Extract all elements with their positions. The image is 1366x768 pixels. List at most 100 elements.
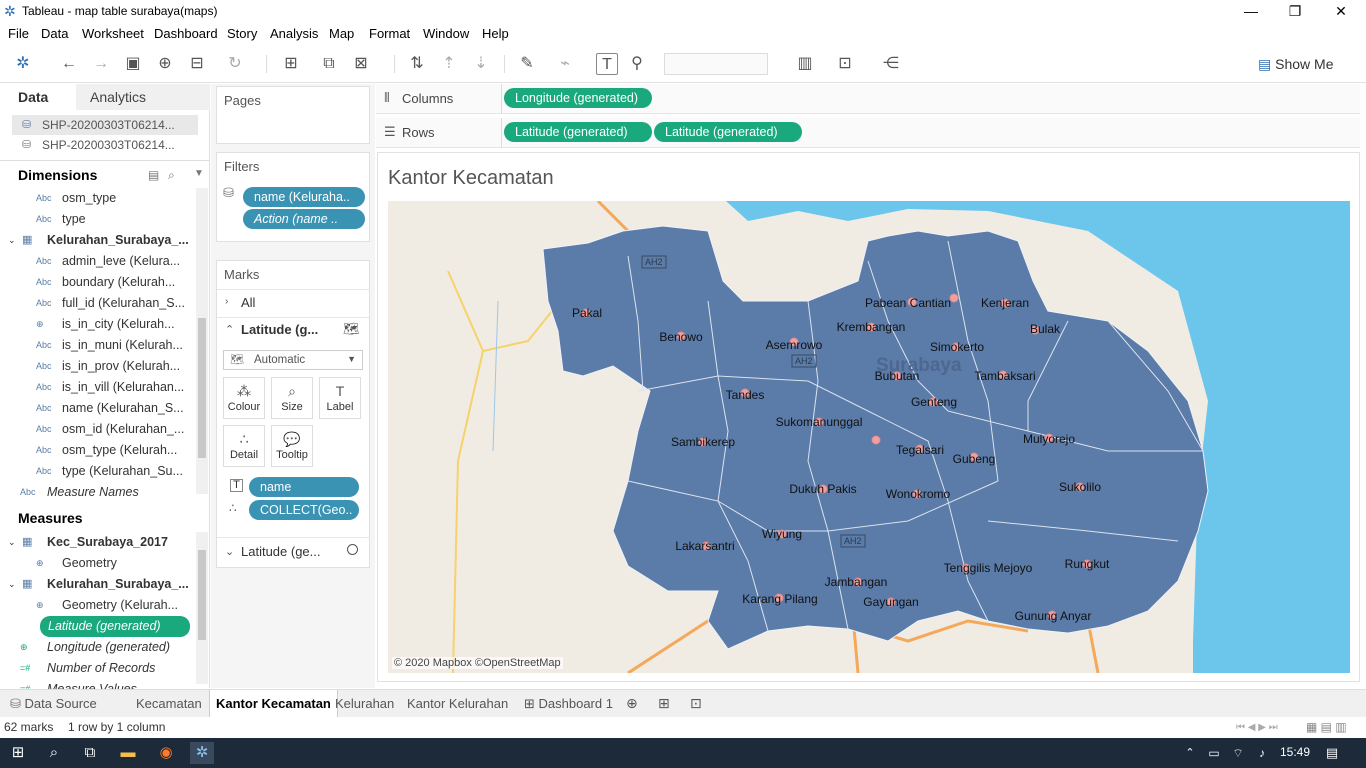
task-view-icon[interactable]: ⧉ xyxy=(78,742,102,764)
dimension-field[interactable]: Abc boundary (Kelurah... xyxy=(0,272,196,293)
menu-format[interactable]: Format xyxy=(369,26,410,41)
list-view-icon[interactable]: ▤ xyxy=(148,168,159,182)
menu-analysis[interactable]: Analysis xyxy=(270,26,318,41)
swap-icon[interactable]: ⇅ xyxy=(406,53,428,75)
battery-icon[interactable]: ▭ xyxy=(1202,742,1226,764)
measure-field[interactable]: ⌄ ▦ Kec_Surabaya_2017 xyxy=(0,532,196,553)
notifications-icon[interactable]: ▤ xyxy=(1320,742,1344,764)
show-labels-icon[interactable]: T xyxy=(596,53,618,75)
marks-layer-latitude[interactable]: Latitude (g... xyxy=(241,322,318,337)
menu-window[interactable]: Window xyxy=(423,26,469,41)
pin-icon[interactable]: ⚲ xyxy=(626,53,648,75)
chevron-down-icon[interactable]: ⌄ xyxy=(8,574,16,595)
chevron-down-icon[interactable]: ▼ xyxy=(194,168,204,179)
show-me-button[interactable]: ▤ Show Me xyxy=(1258,53,1358,75)
chevron-up-icon[interactable]: ⌃ xyxy=(225,323,234,336)
new-worksheet-icon[interactable]: ⊞ xyxy=(280,53,302,75)
dimension-field[interactable]: ⌄ ▦ Kelurahan_Surabaya_... xyxy=(0,230,196,251)
filter-pill-action[interactable]: Action (name .. xyxy=(243,209,365,229)
tab-analytics[interactable]: Analytics xyxy=(76,84,210,110)
presentation-mode-icon[interactable]: ⊡ xyxy=(834,53,856,75)
dimension-field[interactable]: Abc type xyxy=(0,209,196,230)
minimize-button[interactable]: — xyxy=(1228,0,1274,22)
wifi-icon[interactable]: ⌔ xyxy=(1226,742,1250,764)
duplicate-sheet-icon[interactable]: ⧉ xyxy=(318,53,340,75)
tab-kelurahan[interactable]: Kelurahan xyxy=(329,690,400,718)
marks-all[interactable]: All xyxy=(241,295,255,310)
detail-button[interactable]: ∴ Detail xyxy=(223,425,265,467)
new-worksheet-tab-icon[interactable]: ⊕ xyxy=(626,695,638,712)
measure-field[interactable]: ⊕ Longitude (generated) xyxy=(0,637,196,658)
new-dashboard-tab-icon[interactable]: ⊞ xyxy=(658,695,670,712)
share-icon[interactable]: ⋲ xyxy=(880,53,902,75)
tableau-taskbar-icon[interactable]: ✲ xyxy=(190,742,214,764)
dimension-field[interactable]: Abc is_in_vill (Kelurahan... xyxy=(0,377,196,398)
sort-descending-icon[interactable]: ⇣ xyxy=(470,53,492,75)
close-button[interactable]: ✕ xyxy=(1318,0,1364,22)
dimension-field[interactable]: Abc Measure Names xyxy=(0,482,196,503)
label-button[interactable]: T Label xyxy=(319,377,361,419)
rows-pill-latitude-1[interactable]: Latitude (generated) xyxy=(504,122,652,142)
rows-pill-latitude-2[interactable]: Latitude (generated) xyxy=(654,122,802,142)
dimension-field[interactable]: ⊕ is_in_city (Kelurah... xyxy=(0,314,196,335)
dimension-field[interactable]: Abc osm_type xyxy=(0,188,196,209)
refresh-icon[interactable]: ↻ xyxy=(224,53,246,75)
tray-chevron-up-icon[interactable]: ⌃ xyxy=(1178,742,1202,764)
dimension-field[interactable]: Abc full_id (Kelurahan_S... xyxy=(0,293,196,314)
measure-field[interactable]: ⊕Latitude (generated) xyxy=(40,616,190,637)
mark-type-dropdown[interactable]: 🗺 Automatic ▼ xyxy=(223,350,363,370)
redo-icon[interactable]: → xyxy=(90,53,112,75)
menu-story[interactable]: Story xyxy=(227,26,257,41)
measure-field[interactable]: ⊕ Geometry (Kelurah... xyxy=(0,595,196,616)
filter-pill-name[interactable]: name (Keluraha.. xyxy=(243,187,365,207)
chevron-down-icon[interactable]: ⌄ xyxy=(8,532,16,553)
dimension-field[interactable]: Abc osm_id (Kelurahan_... xyxy=(0,419,196,440)
pause-updates-icon[interactable]: ⊟ xyxy=(186,53,208,75)
tooltip-button[interactable]: 💬 Tooltip xyxy=(271,425,313,467)
map-canvas[interactable]: Pakal Benowo Asemrowo Krembangan Pabean Cant… xyxy=(388,201,1350,673)
chevron-down-icon[interactable]: ⌄ xyxy=(8,230,16,251)
new-datasource-icon[interactable]: ⊕ xyxy=(154,53,176,75)
clear-sheet-icon[interactable]: ⊠ xyxy=(350,53,372,75)
volume-icon[interactable]: ♪ xyxy=(1250,742,1274,764)
dimensions-scrollbar[interactable] xyxy=(196,188,208,494)
measures-scrollbar[interactable] xyxy=(196,532,208,684)
dimension-field[interactable]: Abc osm_type (Kelurah... xyxy=(0,440,196,461)
new-story-tab-icon[interactable]: ⊡ xyxy=(690,695,702,712)
dimension-field[interactable]: Abc is_in_prov (Kelurah... xyxy=(0,356,196,377)
tab-kantor-kelurahan[interactable]: Kantor Kelurahan xyxy=(401,690,514,718)
search-icon[interactable]: ⌕ xyxy=(168,168,175,183)
datasource-item-1[interactable]: ⛁ SHP-20200303T06214... xyxy=(12,115,198,135)
group-icon[interactable]: ⌁ xyxy=(554,53,576,75)
menu-worksheet[interactable]: Worksheet xyxy=(82,26,144,41)
columns-pill-longitude[interactable]: Longitude (generated) xyxy=(504,88,652,108)
first-sheet-icon[interactable]: ⏮ ◀ ▶ ⏭ xyxy=(1236,717,1278,738)
menu-file[interactable]: File xyxy=(8,26,29,41)
tab-dashboard-1[interactable]: ⊞ Dashboard 1 xyxy=(518,690,619,718)
firefox-icon[interactable]: ◉ xyxy=(154,742,178,764)
menu-dashboard[interactable]: Dashboard xyxy=(154,26,218,41)
menu-data[interactable]: Data xyxy=(41,26,68,41)
chevron-down-icon[interactable]: ⌄ xyxy=(225,545,234,558)
tableau-home-icon[interactable]: ✲ xyxy=(12,53,34,75)
grid-view-icon[interactable]: ▦ ▤ ▥ xyxy=(1306,717,1347,738)
office-marker[interactable] xyxy=(871,435,881,445)
tab-data-source[interactable]: ⛁ Data Source xyxy=(4,690,103,718)
tab-kantor-kecamatan[interactable]: Kantor Kecamatan xyxy=(209,690,338,718)
highlight-icon[interactable]: ✎ xyxy=(516,53,538,75)
mark-pill-collect[interactable]: COLLECT(Geo.. xyxy=(249,500,359,520)
tab-kecamatan[interactable]: Kecamatan xyxy=(130,690,208,718)
chevron-right-icon[interactable]: › xyxy=(225,296,228,307)
show-cards-icon[interactable]: ▥ xyxy=(794,53,816,75)
clock[interactable]: 15:49 xyxy=(1280,745,1310,759)
colour-button[interactable]: ⁂ Colour xyxy=(223,377,265,419)
columns-shelf[interactable]: ⦀ Columns Longitude (generated) xyxy=(376,84,1360,114)
measure-field[interactable]: =# Number of Records xyxy=(0,658,196,679)
tab-data[interactable]: Data xyxy=(0,84,76,110)
mark-pill-name[interactable]: name xyxy=(249,477,359,497)
restore-button[interactable]: ❐ xyxy=(1272,0,1318,22)
undo-icon[interactable]: ← xyxy=(58,53,80,75)
size-button[interactable]: ⌕ Size xyxy=(271,377,313,419)
dimension-field[interactable]: Abc is_in_muni (Kelurah... xyxy=(0,335,196,356)
measure-field[interactable]: ⌄ ▦ Kelurahan_Surabaya_... xyxy=(0,574,196,595)
